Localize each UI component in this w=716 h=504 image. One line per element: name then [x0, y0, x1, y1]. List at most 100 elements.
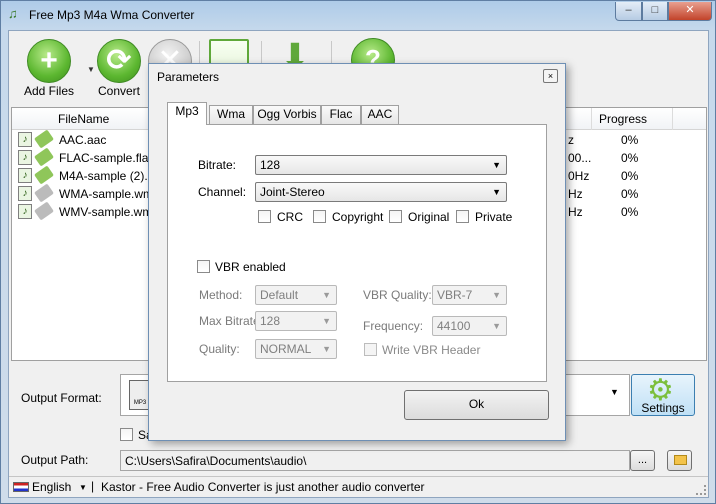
quality-value: NORMAL: [260, 342, 312, 356]
tag-icon: [34, 183, 54, 203]
file-frequency: Hz: [568, 205, 583, 219]
convert-button[interactable]: ⟳ Convert: [91, 39, 147, 98]
crc-label: CRC: [277, 210, 303, 224]
music-note-icon: ♪: [18, 150, 32, 165]
ok-button[interactable]: Ok: [404, 390, 549, 420]
add-files-button[interactable]: + Add Files: [21, 39, 77, 98]
close-button[interactable]: ✕: [668, 2, 712, 21]
quality-select[interactable]: NORMAL ▼: [255, 339, 337, 359]
open-folder-button[interactable]: [667, 450, 692, 471]
method-value: Default: [260, 288, 299, 302]
crc-checkbox[interactable]: [258, 210, 271, 223]
output-format-label: Output Format:: [21, 391, 102, 405]
tab-aac[interactable]: AAC: [361, 105, 399, 124]
file-name: WMV-sample.wmv: [59, 205, 159, 219]
chevron-down-icon: ▼: [492, 187, 501, 197]
music-note-icon: ♪: [18, 168, 32, 183]
bitrate-label: Bitrate:: [198, 158, 237, 172]
original-label: Original: [408, 210, 450, 224]
method-label: Method:: [199, 288, 243, 302]
max-bitrate-value: 128: [260, 314, 281, 328]
browse-button[interactable]: ...: [630, 450, 655, 471]
app-icon: ♫: [8, 6, 18, 21]
file-name: FLAC-sample.flac: [59, 151, 155, 165]
dialog-close-button[interactable]: ×: [543, 69, 558, 83]
dialog-title: Parameters: [157, 70, 220, 84]
mp3-tab-panel: Bitrate: 128 ▼ Channel: Joint-Stereo ▼ C…: [167, 124, 547, 382]
tab-ogg-vorbis[interactable]: Ogg Vorbis: [253, 105, 321, 124]
file-frequency: Hz: [568, 187, 583, 201]
settings-label: Settings: [641, 401, 685, 415]
music-note-icon: ♪: [18, 132, 32, 147]
bitrate-value: 128: [260, 158, 281, 172]
frequency-label: Frequency:: [363, 319, 424, 333]
file-frequency: z: [568, 133, 574, 147]
chevron-down-icon: ▼: [492, 290, 501, 300]
convert-label: Convert: [97, 84, 141, 98]
channel-select[interactable]: Joint-Stereo ▼: [255, 182, 507, 202]
refresh-icon: ⟳: [97, 39, 141, 83]
vbr-enabled-label: VBR enabled: [215, 260, 286, 274]
music-note-icon: ♪: [18, 186, 32, 201]
column-progress[interactable]: Progress: [599, 112, 647, 126]
copyright-label: Copyright: [332, 210, 384, 224]
file-progress: 0%: [621, 169, 639, 183]
folder-icon: [674, 455, 687, 465]
settings-button[interactable]: ⚙ Settings: [631, 374, 695, 416]
column-divider[interactable]: [591, 108, 592, 130]
minimize-button[interactable]: ‒: [615, 2, 642, 21]
resize-grip[interactable]: [696, 485, 706, 495]
file-progress: 0%: [621, 151, 639, 165]
tag-icon: [34, 129, 54, 149]
frequency-select[interactable]: 44100 ▼: [432, 316, 507, 336]
output-path-field[interactable]: C:\Users\Safira\Documents\audio\: [120, 450, 630, 471]
copyright-checkbox[interactable]: [313, 210, 326, 223]
vbr-enabled-checkbox[interactable]: [197, 260, 210, 273]
tab-wma[interactable]: Wma: [209, 105, 253, 124]
uk-flag-icon: [13, 482, 29, 492]
quality-label: Quality:: [199, 342, 240, 356]
chevron-down-icon: ▼: [322, 290, 331, 300]
file-progress: 0%: [621, 187, 639, 201]
file-name: AAC.aac: [59, 133, 107, 147]
music-note-icon: ♪: [18, 204, 32, 219]
channel-value: Joint-Stereo: [260, 185, 325, 199]
file-name: WMA-sample.wma: [59, 187, 160, 201]
column-divider[interactable]: [672, 108, 673, 130]
private-checkbox[interactable]: [456, 210, 469, 223]
same-folder-checkbox[interactable]: [120, 428, 133, 441]
chevron-down-icon: ▼: [492, 321, 501, 331]
chevron-down-icon: ▼: [322, 316, 331, 326]
write-vbr-header-label: Write VBR Header: [382, 343, 481, 357]
chevron-down-icon[interactable]: ▼: [610, 387, 619, 397]
vbr-quality-value: VBR-7: [437, 288, 473, 302]
status-separator: |: [91, 479, 95, 493]
bitrate-select[interactable]: 128 ▼: [255, 155, 507, 175]
maximize-button[interactable]: □: [642, 2, 668, 21]
chevron-down-icon: ▼: [492, 160, 501, 170]
status-bar: English ▼ | Kastor - Free Audio Converte…: [9, 476, 708, 497]
column-filename[interactable]: FileName: [58, 112, 109, 126]
chevron-down-icon[interactable]: ▼: [79, 483, 87, 492]
add-files-label: Add Files: [23, 84, 75, 98]
chevron-down-icon: ▼: [322, 344, 331, 354]
parameters-dialog: Parameters × Mp3 Wma Ogg Vorbis Flac AAC…: [148, 63, 566, 441]
file-progress: 0%: [621, 133, 639, 147]
file-progress: 0%: [621, 205, 639, 219]
language-selector[interactable]: English: [32, 480, 71, 494]
tab-flac[interactable]: Flac: [321, 105, 361, 124]
max-bitrate-label: Max Bitrate:: [199, 314, 264, 328]
add-icon: +: [27, 39, 71, 83]
private-label: Private: [475, 210, 513, 224]
output-path-label: Output Path:: [21, 453, 89, 467]
method-select[interactable]: Default ▼: [255, 285, 337, 305]
vbr-quality-select[interactable]: VBR-7 ▼: [432, 285, 507, 305]
tab-mp3[interactable]: Mp3: [167, 102, 207, 125]
title-bar[interactable]: ♫ Free Mp3 M4a Wma Converter ‒ □ ✕: [1, 1, 715, 31]
original-checkbox[interactable]: [389, 210, 402, 223]
tag-icon: [34, 147, 54, 167]
tag-icon: [34, 201, 54, 221]
file-frequency: 00...: [568, 151, 592, 165]
write-vbr-header-checkbox[interactable]: [364, 343, 377, 356]
max-bitrate-select[interactable]: 128 ▼: [255, 311, 337, 331]
